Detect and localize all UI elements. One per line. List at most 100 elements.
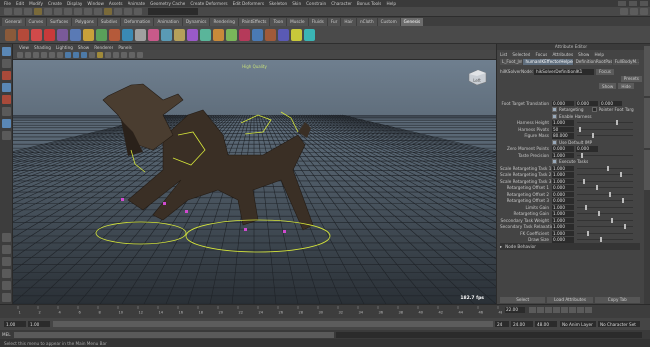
panel-menu-item[interactable]: Renderer [94, 45, 113, 50]
select-button[interactable]: Select [500, 296, 546, 303]
bookmark-icon[interactable] [25, 51, 31, 58]
attribute-slider[interactable] [577, 120, 633, 126]
snap-plane-icon[interactable] [94, 8, 102, 15]
shelf-tool-icon[interactable] [5, 28, 16, 41]
last-tool-icon[interactable] [2, 131, 11, 140]
attribute-value-field[interactable]: 1.000 [552, 165, 574, 171]
slider-handle[interactable] [609, 191, 611, 197]
shelf-tool-icon[interactable] [291, 28, 302, 41]
shelf-tab[interactable]: Animation [154, 17, 182, 26]
shelf-tool-icon[interactable] [122, 28, 133, 41]
slider-handle[interactable] [624, 224, 626, 230]
ipr-render-icon[interactable] [124, 8, 132, 15]
paint-select-tool-icon[interactable] [2, 71, 11, 80]
shelf-tab[interactable]: Rendering [210, 17, 238, 26]
slider-handle[interactable] [620, 172, 622, 178]
attribute-value-field[interactable]: 0.000 [552, 100, 574, 106]
attribute-editor-menu-item[interactable]: Focus [535, 52, 547, 57]
attribute-editor-menu-item[interactable]: List [500, 52, 507, 57]
menu-item[interactable]: Create Deformers [190, 1, 227, 6]
attribute-value-field[interactable]: 0.000 [600, 100, 622, 106]
attribute-slider[interactable] [577, 165, 633, 171]
render-icon[interactable] [114, 8, 122, 15]
snap-point-icon[interactable] [84, 8, 92, 15]
checkbox[interactable] [552, 107, 557, 113]
node-tab[interactable]: L_Foot_Jnt [500, 58, 523, 65]
slider-handle[interactable] [583, 178, 585, 184]
step-forward-key-icon[interactable] [577, 307, 584, 313]
attribute-editor-menu-item[interactable]: Help [594, 52, 604, 57]
image-plane-icon[interactable] [33, 51, 39, 58]
wireframe-icon[interactable] [65, 51, 71, 58]
anim-layer-dropdown[interactable]: No Anim Layer [560, 321, 596, 327]
channel-box-tab[interactable] [644, 46, 650, 96]
history-icon[interactable] [104, 8, 112, 15]
menu-item[interactable]: Animate [128, 1, 146, 6]
attribute-value-field[interactable]: 1.000 [552, 204, 574, 210]
rotate-tool-icon[interactable] [2, 95, 11, 104]
shelf-tool-icon[interactable] [226, 28, 237, 41]
playback-end-field[interactable]: 24 [495, 321, 509, 327]
go-to-start-icon[interactable] [529, 307, 536, 313]
attribute-value-field[interactable]: 1.000 [552, 211, 574, 217]
attribute-slider[interactable] [577, 204, 633, 210]
load-attributes-button[interactable]: Load Attributes [547, 296, 593, 303]
high-quality-icon[interactable] [137, 51, 143, 58]
lasso-tool-icon[interactable] [2, 59, 11, 68]
shelf-tool-icon[interactable] [18, 28, 29, 41]
slider-handle[interactable] [622, 198, 624, 204]
attribute-value-field[interactable]: 1.000 [552, 120, 574, 126]
shelf-tab[interactable]: nCloth [357, 17, 377, 26]
attribute-value-field[interactable]: 0.000 [552, 185, 574, 191]
attribute-value-field[interactable]: 80.000 [552, 133, 574, 139]
shelf-tab[interactable]: General [2, 17, 25, 26]
show-button[interactable]: Show [599, 83, 617, 89]
menu-item[interactable]: Modify [29, 1, 43, 6]
shelf-tool-icon[interactable] [174, 28, 185, 41]
attribute-slider[interactable] [577, 230, 633, 236]
range-bar[interactable] [53, 321, 493, 327]
menu-item[interactable]: Edit Deformers [233, 1, 264, 6]
shelf-tool-icon[interactable] [70, 28, 81, 41]
menu-item[interactable]: Assets [109, 1, 123, 6]
checkbox[interactable] [552, 159, 557, 165]
channel-box-toggle-icon[interactable] [630, 8, 638, 15]
shelf-tool-icon[interactable] [135, 28, 146, 41]
shelf-tool-icon[interactable] [31, 28, 42, 41]
move-tool-icon[interactable] [2, 83, 11, 92]
attribute-editor-menu-item[interactable]: Attributes [552, 52, 573, 57]
attribute-value-field[interactable]: 1.000 [552, 230, 574, 236]
slider-handle[interactable] [587, 230, 589, 236]
menu-item[interactable]: Help [386, 1, 396, 6]
attribute-value-field[interactable]: 0.000 [552, 237, 574, 243]
attribute-value-field[interactable]: 1.000 [552, 172, 574, 178]
checkbox[interactable] [552, 113, 557, 119]
isolate-select-icon[interactable] [129, 51, 135, 58]
shelf-tool-icon[interactable] [304, 28, 315, 41]
menu-item[interactable]: Skin [292, 1, 301, 6]
menu-item[interactable]: Bonus Tools [357, 1, 382, 6]
slider-handle[interactable] [616, 120, 618, 126]
shelf-tab[interactable]: Dynamics [182, 17, 210, 26]
slider-handle[interactable] [596, 185, 598, 191]
smooth-shade-icon[interactable] [73, 51, 79, 58]
checkbox[interactable] [591, 107, 597, 113]
perspective-viewport[interactable]: High Quality Left 182.7 fps [13, 60, 496, 304]
attribute-slider[interactable] [577, 217, 633, 223]
minimize-icon[interactable] [618, 1, 626, 6]
play-forward-icon[interactable] [561, 307, 568, 313]
quick-selection-field[interactable] [148, 8, 198, 15]
attribute-value-field[interactable]: 0.000 [576, 146, 598, 152]
select-hierarchy-icon[interactable] [34, 8, 42, 15]
attribute-value-field[interactable]: 1.000 [552, 224, 574, 230]
slider-handle[interactable] [598, 211, 600, 217]
tool-settings-tab[interactable] [644, 150, 650, 190]
new-scene-icon[interactable] [4, 8, 12, 15]
shelf-tab[interactable]: Fur [327, 17, 341, 26]
attribute-editor-menu-item[interactable]: Selected [512, 52, 530, 57]
wireframe-on-shaded-icon[interactable] [81, 51, 87, 58]
attribute-slider[interactable] [577, 224, 633, 230]
node-tab[interactable]: humanIKEffectorHelper1 [523, 58, 573, 65]
shelf-tool-icon[interactable] [265, 28, 276, 41]
graph-layout-icon[interactable] [2, 281, 11, 290]
